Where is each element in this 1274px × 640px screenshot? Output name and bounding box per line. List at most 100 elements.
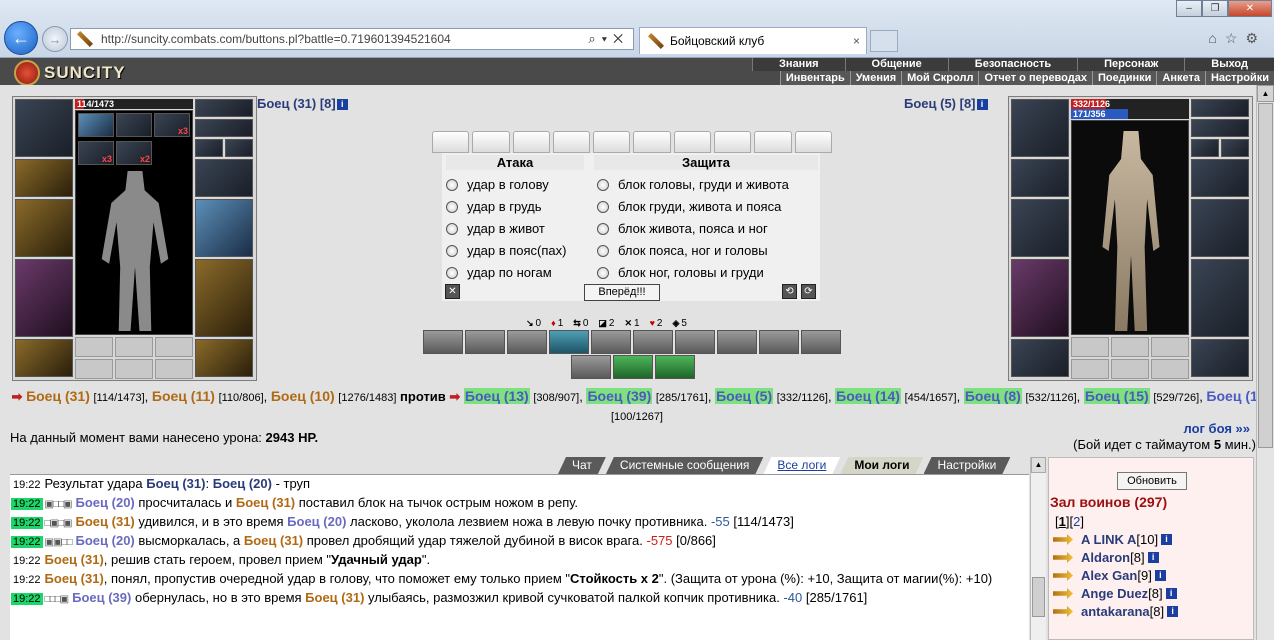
defense-option[interactable]: блок ног, головы и груди [597,265,764,280]
skill-icon[interactable] [675,330,715,354]
skill-icon[interactable] [717,330,757,354]
fighter-name[interactable]: Боец (20) [76,495,135,510]
scroll-tab[interactable] [593,131,631,153]
scroll-slot[interactable] [155,359,193,379]
skill-icon[interactable] [759,330,799,354]
info-icon[interactable]: i [1165,588,1177,599]
ally-name[interactable]: Боец (11) [152,388,215,404]
shield-slot[interactable] [195,199,253,257]
skill-icon[interactable] [423,330,463,354]
skill-icon[interactable] [633,330,673,354]
right-fighter-name[interactable]: Боец (5) [8] i [904,96,988,111]
site-logo[interactable]: SUNCITY [0,58,140,88]
warrior-name[interactable]: Aldaron [1081,550,1130,565]
page-scrollbar[interactable]: ▲ [1256,85,1274,640]
attack-option[interactable]: удар в живот [446,221,545,236]
enemy-name[interactable]: Боец (1) [1206,388,1262,404]
swords-icon[interactable]: ✕ [445,284,460,299]
page-link[interactable]: 1 [1059,514,1066,529]
gloves-slot[interactable] [195,159,253,197]
radio-button[interactable] [597,222,609,235]
forward-attack-button[interactable]: Вперёд!!! [584,284,660,301]
info-icon[interactable]: i [336,99,348,110]
private-arrow-icon[interactable] [1053,552,1073,563]
fighter-name[interactable]: Боец (31) [305,590,364,605]
scroll-tab[interactable] [633,131,671,153]
fighter-name[interactable]: Боец (39) [72,590,131,605]
page-link[interactable]: 2 [1073,514,1080,529]
enemy-name[interactable]: Боец (15) [1083,388,1150,404]
warrior-row[interactable]: Ange Duez [8] i [1053,586,1177,601]
scroll-slot[interactable] [1071,359,1109,379]
effect-icon[interactable] [78,113,114,137]
helmet-slot[interactable] [1011,99,1069,157]
radio-button[interactable] [446,244,458,257]
ring-slot[interactable] [155,337,193,357]
info-icon[interactable]: i [1154,570,1166,581]
weapon-slot[interactable] [15,199,73,257]
menu-item[interactable]: Знания [752,58,844,71]
bracer-slot[interactable] [15,159,73,197]
info-icon[interactable]: i [1161,534,1173,545]
earring-slot[interactable] [195,99,253,117]
scroll-tab[interactable] [472,131,510,153]
fighter-name[interactable]: Боец (31) [45,571,104,586]
boots-slot[interactable] [1191,339,1249,377]
close-window-button[interactable]: ✕ [1228,0,1272,17]
ring-slot[interactable] [1111,337,1149,357]
enemy-name[interactable]: Боец (39) [586,388,653,404]
menu-item[interactable]: Персонаж [1077,58,1184,71]
warrior-row[interactable]: Alex Gan [9] i [1053,568,1166,583]
fighter-name[interactable]: Боец (31) [146,476,205,491]
fighter-name[interactable]: Боец (31) [244,533,303,548]
attack-option[interactable]: удар в голову [446,177,549,192]
back-button[interactable]: ← [4,21,38,55]
refresh-icon[interactable]: ⟳ [801,284,816,299]
info-icon[interactable]: i [1167,606,1179,617]
scroll-up-icon[interactable]: ▲ [1031,457,1046,473]
effect-icon[interactable]: x3 [154,113,190,137]
armor-slot[interactable] [1011,259,1069,337]
scroll-slot[interactable] [1151,359,1189,379]
skill-icon[interactable] [465,330,505,354]
fighter-name[interactable]: Боец (31) [236,495,295,510]
scroll-thumb[interactable] [1032,577,1045,617]
chat-tab[interactable]: Все логи [763,457,840,474]
info-icon[interactable]: i [1147,552,1159,563]
helmet-slot[interactable] [15,99,73,157]
fighter-name[interactable]: Боец (20) [213,476,272,491]
ring-slot[interactable] [1151,337,1189,357]
radio-button[interactable] [446,266,458,279]
radio-button[interactable] [446,200,458,213]
scroll-tab[interactable] [673,131,712,153]
left-fighter-name[interactable]: Боец (31) [8] i [257,96,348,111]
submenu-item[interactable]: Инвентарь [779,71,850,85]
skill-icon[interactable] [591,330,631,354]
skill-icon[interactable] [801,330,841,354]
forward-button[interactable]: → [42,26,68,52]
ring-slot[interactable] [75,337,113,357]
submenu-item[interactable]: Поединки [1091,71,1156,85]
effect-icon[interactable] [116,113,152,137]
earring-slot[interactable] [1191,99,1249,117]
ring-slot[interactable] [1071,337,1109,357]
refresh-button[interactable]: Обновить [1117,472,1187,490]
favorites-icon[interactable]: ☆ [1225,30,1246,46]
warrior-row[interactable]: A LINK A [10] i [1053,532,1173,547]
attack-option[interactable]: удар в пояс(пах) [446,243,566,258]
radio-button[interactable] [597,266,609,279]
scroll-tab[interactable] [432,131,470,153]
minimize-button[interactable]: – [1176,0,1202,17]
menu-item[interactable]: Безопасность [947,58,1077,71]
ring-slot[interactable] [195,139,223,157]
scroll-slot[interactable] [115,359,153,379]
belt-slot[interactable] [1011,339,1069,377]
warrior-row[interactable]: Aldaron [8] i [1053,550,1159,565]
attack-option[interactable]: удар по ногам [446,265,552,280]
enemy-name[interactable]: Боец (5) [715,388,774,404]
amulet-slot[interactable] [1191,119,1249,137]
scroll-tab[interactable] [552,131,591,153]
private-arrow-icon[interactable] [1053,534,1073,545]
warrior-row[interactable]: antakarana [8] i [1053,604,1179,619]
enemy-name[interactable]: Боец (14) [835,388,901,404]
